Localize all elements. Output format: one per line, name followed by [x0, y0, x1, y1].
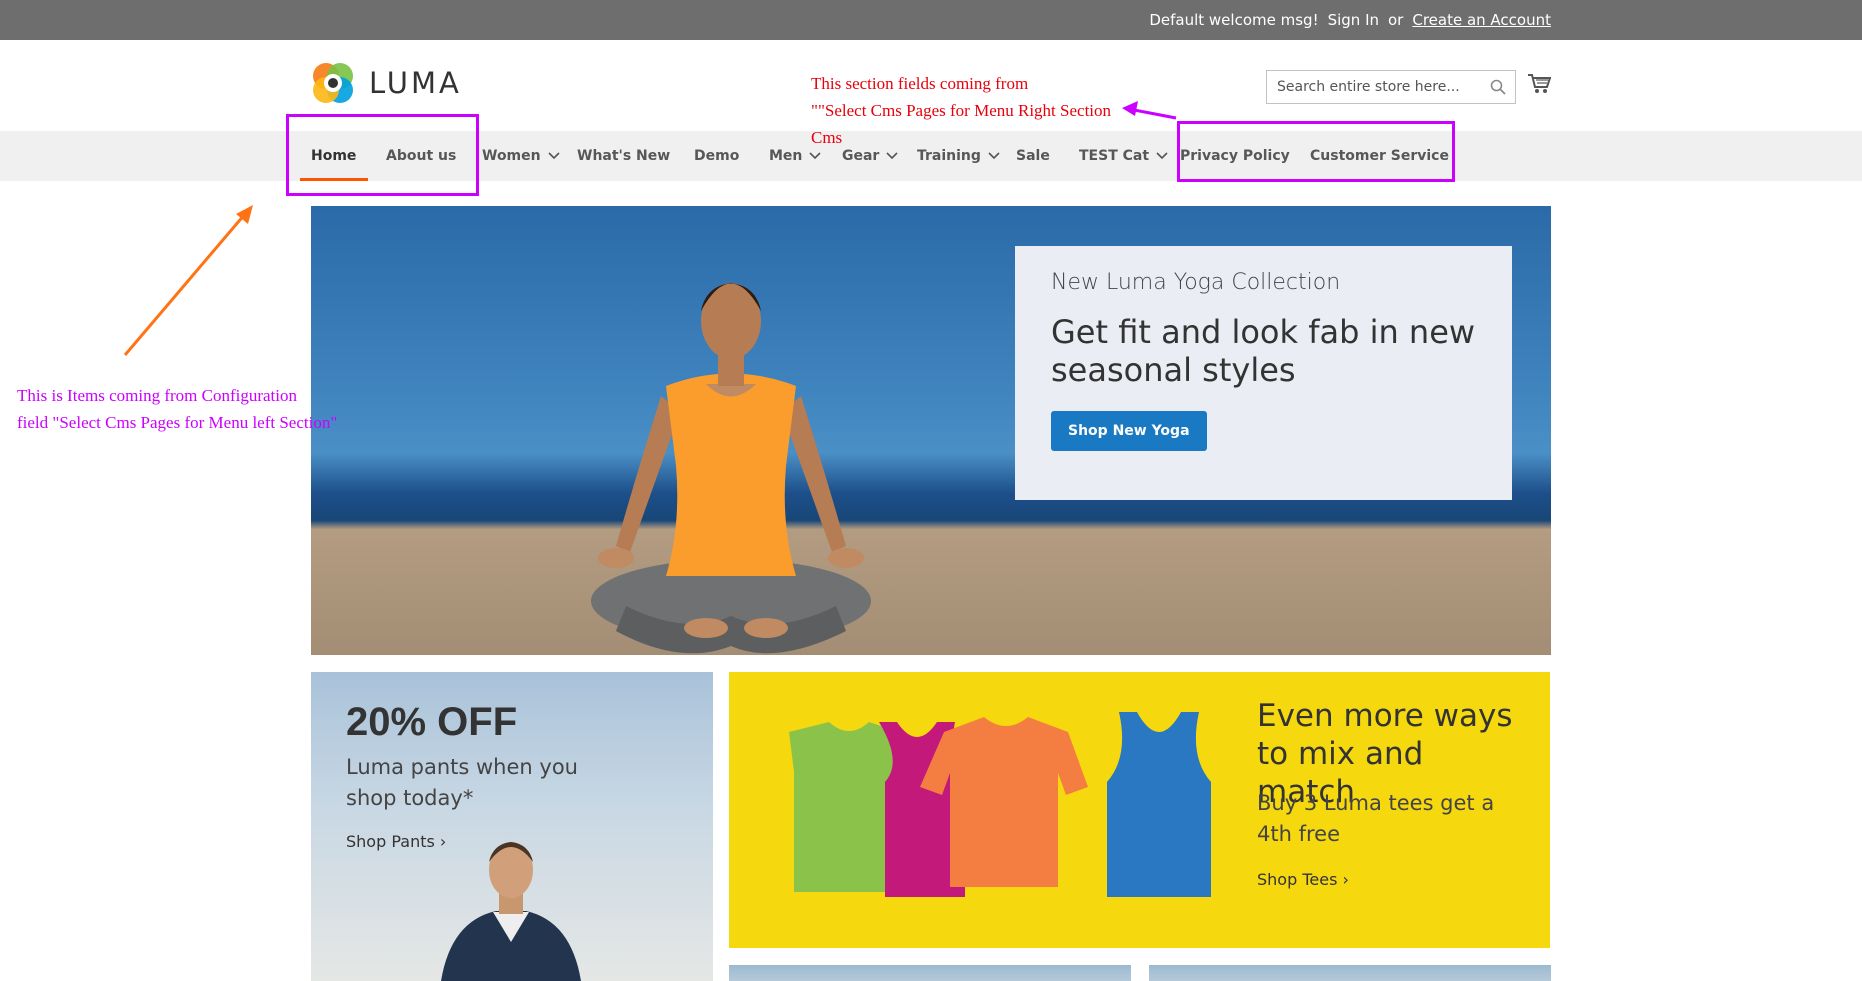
orange-arrow — [123, 213, 247, 356]
annotation-arrows — [123, 101, 1177, 356]
purple-arrowhead — [1122, 101, 1138, 116]
purple-arrow — [1133, 108, 1177, 120]
